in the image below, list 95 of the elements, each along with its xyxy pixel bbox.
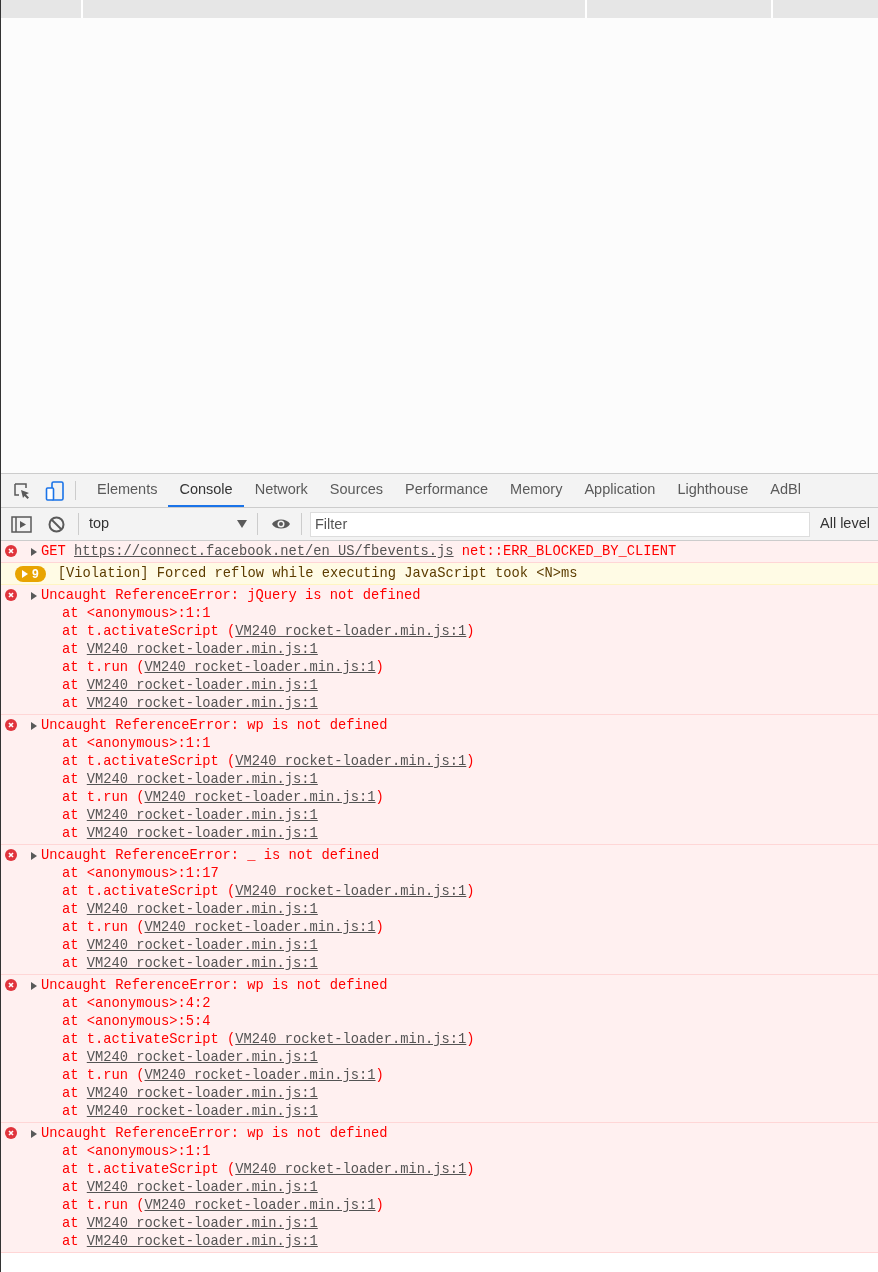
source-link[interactable]: VM240 rocket-loader.min.js:1: [86, 902, 318, 917]
error-icon: [5, 849, 17, 861]
stack-frame: at VM240 rocket-loader.min.js:1: [41, 695, 475, 713]
clear-console-icon[interactable]: [48, 515, 65, 533]
dropdown-caret-icon: [237, 520, 247, 528]
play-icon: [22, 570, 28, 578]
stack-frame: at VM240 rocket-loader.min.js:1: [41, 677, 475, 695]
source-link[interactable]: VM240 rocket-loader.min.js:1: [235, 1162, 467, 1177]
source-link[interactable]: VM240 rocket-loader.min.js:1: [144, 790, 376, 805]
stack-frame: at t.activateScript (VM240 rocket-loader.min.js:1): [41, 753, 475, 771]
stack-frame: at VM240 rocket-loader.min.js:1: [41, 771, 475, 789]
message-text: Uncaught ReferenceError: wp is not defined: [41, 717, 389, 735]
stack-frame: at <anonymous>:4:2: [41, 995, 475, 1013]
expand-arrow-icon[interactable]: [31, 982, 37, 990]
message-text: Uncaught ReferenceError: jQuery is not defined: [41, 587, 422, 605]
expand-arrow-icon[interactable]: [31, 592, 37, 600]
stack-frame: at <anonymous>:1:1: [41, 735, 475, 753]
source-link[interactable]: VM240 rocket-loader.min.js:1: [86, 1104, 318, 1119]
sidebar-toggle-icon[interactable]: [11, 515, 32, 533]
eye-icon[interactable]: [271, 517, 291, 531]
source-link[interactable]: VM240 rocket-loader.min.js:1: [86, 1234, 318, 1249]
stack-frame: at VM240 rocket-loader.min.js:1: [41, 955, 475, 973]
source-link[interactable]: VM240 rocket-loader.min.js:1: [235, 1032, 467, 1047]
context-selector[interactable]: top: [89, 513, 253, 535]
expand-arrow-icon[interactable]: [31, 722, 37, 730]
stack-frame: at <anonymous>:1:1: [41, 1143, 475, 1161]
stack-frame: at t.activateScript (VM240 rocket-loader.min.js:1): [41, 1161, 475, 1179]
stack-frame: at VM240 rocket-loader.min.js:1: [41, 901, 475, 919]
source-link[interactable]: VM240 rocket-loader.min.js:1: [86, 808, 318, 823]
stack-frame: at t.activateScript (VM240 rocket-loader.min.js:1): [41, 883, 475, 901]
source-link[interactable]: https://connect.facebook.net/en_US/fbevents.js: [74, 544, 454, 559]
source-link[interactable]: VM240 rocket-loader.min.js:1: [235, 624, 467, 639]
source-link[interactable]: VM240 rocket-loader.min.js:1: [144, 660, 376, 675]
error-icon: [5, 589, 17, 601]
devtools-tab[interactable]: Network: [243, 474, 319, 507]
stack-frame: at VM240 rocket-loader.min.js:1: [41, 825, 475, 843]
source-link[interactable]: VM240 rocket-loader.min.js:1: [144, 1198, 376, 1213]
devtools-tab[interactable]: Lighthouse: [666, 474, 760, 507]
message-text: [Violation] Forced reflow while executing JavaScript took <N>ms: [57, 565, 578, 583]
message-text: Uncaught ReferenceError: wp is not defined: [41, 977, 389, 995]
stack-frame: at VM240 rocket-loader.min.js:1: [41, 1103, 475, 1121]
devtools-tab[interactable]: Memory: [499, 474, 574, 507]
devtools-tab[interactable]: Sources: [318, 474, 395, 507]
stack-frame: at VM240 rocket-loader.min.js:1: [41, 1179, 475, 1197]
stack-frame: at t.run (VM240 rocket-loader.min.js:1): [41, 789, 475, 807]
source-link[interactable]: VM240 rocket-loader.min.js:1: [235, 884, 467, 899]
source-link[interactable]: VM240 rocket-loader.min.js:1: [86, 696, 318, 711]
source-link[interactable]: VM240 rocket-loader.min.js:1: [86, 1180, 318, 1195]
stack-frame: at VM240 rocket-loader.min.js:1: [41, 1085, 475, 1103]
stack-frame: at VM240 rocket-loader.min.js:1: [41, 937, 475, 955]
source-link[interactable]: VM240 rocket-loader.min.js:1: [86, 1050, 318, 1065]
stack-frame: at <anonymous>:1:17: [41, 865, 475, 883]
stack-frame: at VM240 rocket-loader.min.js:1: [41, 1233, 475, 1251]
expand-arrow-icon[interactable]: [31, 852, 37, 860]
stack-frame: at VM240 rocket-loader.min.js:1: [41, 807, 475, 825]
source-link[interactable]: VM240 rocket-loader.min.js:1: [86, 938, 318, 953]
stack-frame: at t.run (VM240 rocket-loader.min.js:1): [41, 1197, 475, 1215]
filter-field[interactable]: Filter: [310, 511, 810, 537]
devtools-tab[interactable]: Application: [573, 474, 667, 507]
source-link[interactable]: VM240 rocket-loader.min.js:1: [144, 1068, 376, 1083]
log-levels-dropdown[interactable]: All level: [820, 513, 870, 535]
devtools-tab[interactable]: AdBl: [759, 474, 812, 507]
repeat-count-badge: 9: [15, 566, 46, 582]
message-text: GET https://connect.facebook.net/en_US/fbevents.js net::ERR_BLOCKED_BY_CLIENT: [41, 543, 677, 561]
source-link[interactable]: VM240 rocket-loader.min.js:1: [144, 920, 376, 935]
stack-frame: at t.activateScript (VM240 rocket-loader.min.js:1): [41, 623, 475, 641]
stack-frame: at t.run (VM240 rocket-loader.min.js:1): [41, 1067, 475, 1085]
error-icon: [5, 979, 17, 991]
source-link[interactable]: VM240 rocket-loader.min.js:1: [86, 678, 318, 693]
error-icon: [5, 719, 17, 731]
error-icon: [5, 545, 17, 557]
source-link[interactable]: VM240 rocket-loader.min.js:1: [86, 826, 318, 841]
expand-arrow-icon[interactable]: [31, 1130, 37, 1138]
source-link[interactable]: VM240 rocket-loader.min.js:1: [235, 754, 467, 769]
devtools-tab[interactable]: Performance: [394, 474, 500, 507]
source-link[interactable]: VM240 rocket-loader.min.js:1: [86, 1086, 318, 1101]
source-link[interactable]: VM240 rocket-loader.min.js:1: [86, 1216, 318, 1231]
message-text: Uncaught ReferenceError: wp is not defined: [41, 1125, 389, 1143]
devtools-tab[interactable]: Elements: [86, 474, 169, 507]
source-link[interactable]: VM240 rocket-loader.min.js:1: [86, 772, 318, 787]
stack-frame: at t.activateScript (VM240 rocket-loader.min.js:1): [41, 1031, 475, 1049]
stack-frame: at VM240 rocket-loader.min.js:1: [41, 641, 475, 659]
device-toolbar-icon[interactable]: [45, 480, 65, 501]
stack-frame: at VM240 rocket-loader.min.js:1: [41, 1215, 475, 1233]
source-link[interactable]: VM240 rocket-loader.min.js:1: [86, 956, 318, 971]
expand-arrow-icon[interactable]: [31, 548, 37, 556]
stack-frame: at t.run (VM240 rocket-loader.min.js:1): [41, 919, 475, 937]
stack-frame: at <anonymous>:5:4: [41, 1013, 475, 1031]
message-text: Uncaught ReferenceError: _ is not defined: [41, 847, 381, 865]
inspect-icon[interactable]: [13, 481, 31, 500]
source-link[interactable]: VM240 rocket-loader.min.js:1: [86, 642, 318, 657]
error-icon: [5, 1127, 17, 1139]
stack-frame: at VM240 rocket-loader.min.js:1: [41, 1049, 475, 1067]
stack-frame: at <anonymous>:1:1: [41, 605, 475, 623]
stack-frame: at t.run (VM240 rocket-loader.min.js:1): [41, 659, 475, 677]
